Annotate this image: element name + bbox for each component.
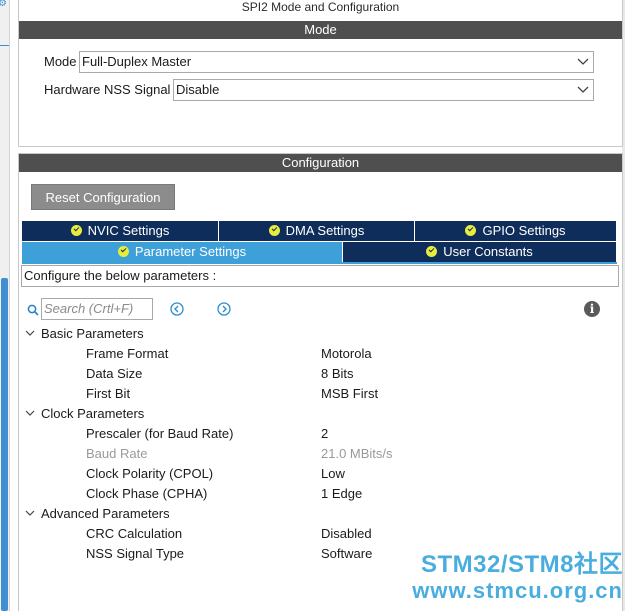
mode-label: Mode: [44, 54, 77, 69]
param-value: 21.0 MBits/s: [321, 446, 393, 461]
tab-parameter-settings[interactable]: Parameter Settings: [22, 242, 343, 262]
param-name: Clock Phase (CPHA): [86, 486, 208, 501]
tab-nvic-settings[interactable]: NVIC Settings: [22, 221, 219, 241]
check-circle-icon: [268, 225, 280, 236]
tab-underline: [22, 262, 617, 264]
gear-icon[interactable]: ⚙: [0, 0, 8, 9]
param-value[interactable]: Software: [321, 546, 372, 562]
group-label: Clock Parameters: [41, 406, 145, 421]
circle-chevron-right-icon[interactable]: [217, 302, 231, 316]
param-value[interactable]: 2: [321, 426, 328, 442]
caret-down-icon: [25, 330, 35, 336]
check-circle-icon: [465, 225, 477, 236]
window-title: SPI2 Mode and Configuration: [241, 0, 400, 14]
check-circle-icon: [70, 225, 82, 236]
mode-panel: SPI2 Mode and Configuration Mode Mode Fu…: [18, 0, 623, 147]
param-name: CRC Calculation: [86, 526, 183, 541]
search-input[interactable]: Search (Crtl+F): [41, 298, 153, 320]
info-icon[interactable]: i: [584, 301, 600, 317]
search-icon[interactable]: [27, 304, 39, 316]
chevron-down-icon: [577, 58, 589, 65]
circle-chevron-left-icon[interactable]: [170, 302, 184, 316]
param-name: NSS Signal Type: [86, 546, 185, 561]
configuration-panel: Configuration Reset Configuration NVIC S…: [18, 153, 623, 611]
nss-select-value: Disable: [176, 82, 220, 97]
caret-down-icon: [25, 410, 35, 416]
group-clock-parameters[interactable]: Clock Parameters: [25, 406, 144, 422]
group-label: Basic Parameters: [41, 326, 144, 341]
param-value[interactable]: 1 Edge: [321, 486, 362, 502]
tab-dma-settings[interactable]: DMA Settings: [219, 221, 415, 241]
tab-label: NVIC Settings: [87, 223, 170, 238]
tab-user-constants[interactable]: User Constants: [343, 242, 617, 262]
watermark-url: www.stmcu.org.cn: [412, 578, 623, 603]
group-label: Advanced Parameters: [41, 506, 170, 521]
left-sidebar-edge: ⚙: [0, 0, 10, 611]
tab-label: User Constants: [443, 244, 533, 259]
mode-select-value: Full-Duplex Master: [82, 54, 192, 69]
param-name: Frame Format: [86, 346, 169, 361]
configuration-section-header: Configuration: [19, 154, 622, 172]
param-name: Prescaler (for Baud Rate): [86, 426, 234, 441]
tab-label: Parameter Settings: [134, 244, 247, 259]
parameters-description: Configure the below parameters :: [21, 265, 619, 287]
reset-configuration-button[interactable]: Reset Configuration: [31, 184, 175, 210]
param-value[interactable]: MSB First: [321, 386, 378, 402]
tab-label: GPIO Settings: [482, 223, 566, 238]
group-advanced-parameters[interactable]: Advanced Parameters: [25, 506, 170, 522]
mode-select[interactable]: Full-Duplex Master: [79, 51, 594, 73]
check-circle-icon: [426, 246, 438, 257]
sidebar-scrollbar[interactable]: [1, 278, 8, 611]
param-value[interactable]: 8 Bits: [321, 366, 354, 382]
tab-label: DMA Settings: [285, 223, 365, 238]
param-name: First Bit: [86, 386, 131, 401]
nss-label: Hardware NSS Signal: [44, 82, 171, 97]
group-basic-parameters[interactable]: Basic Parameters: [25, 326, 144, 342]
param-name: Baud Rate: [86, 446, 148, 461]
sidebar-divider: [0, 45, 9, 46]
param-value[interactable]: Disabled: [321, 526, 372, 542]
caret-down-icon: [25, 510, 35, 516]
param-name: Data Size: [86, 366, 143, 381]
chevron-down-icon: [577, 86, 589, 93]
nss-select[interactable]: Disable: [173, 79, 594, 101]
tab-gpio-settings[interactable]: GPIO Settings: [415, 221, 617, 241]
param-name: Clock Polarity (CPOL): [86, 466, 214, 481]
check-circle-icon: [117, 246, 129, 257]
watermark-title: STM32/STM8社区: [420, 551, 623, 578]
param-value[interactable]: Motorola: [321, 346, 372, 362]
param-value[interactable]: Low: [321, 466, 345, 482]
mode-section-header: Mode: [19, 21, 622, 39]
